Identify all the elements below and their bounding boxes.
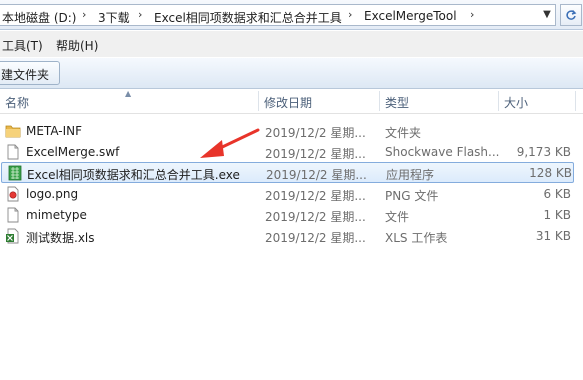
file-type: 文件夹 — [385, 126, 422, 140]
file-type: 应用程序 — [386, 168, 435, 182]
menu-help[interactable]: 帮助(H) — [56, 37, 98, 54]
breadcrumb-downloads[interactable]: 3下载 — [98, 9, 130, 26]
column-type[interactable]: 类型 — [380, 89, 498, 113]
refresh-icon — [566, 9, 577, 20]
new-folder-button[interactable]: 建文件夹 — [0, 61, 60, 85]
file-name: logo.png — [26, 187, 79, 201]
file-name: mimetype — [26, 208, 87, 222]
breadcrumb-separator[interactable]: › — [82, 8, 86, 21]
breadcrumb-drive[interactable]: 本地磁盘 (D:) — [2, 9, 76, 26]
folder-icon — [5, 125, 21, 138]
list-item[interactable]: logo.png 2019/12/2 星期... PNG 文件 6 KB — [0, 184, 583, 205]
list-item[interactable]: ExcelMerge.swf 2019/12/2 星期... Shockwave… — [0, 142, 583, 163]
xls-file-icon — [6, 228, 19, 244]
breadcrumb-tool-folder[interactable]: Excel相同项数据求和汇总合并工具 — [154, 9, 342, 26]
list-item[interactable]: mimetype 2019/12/2 星期... 文件 1 KB — [0, 205, 583, 226]
file-date: 2019/12/2 星期... — [265, 147, 366, 161]
file-type: 文件 — [385, 210, 410, 224]
file-date: 2019/12/2 星期... — [266, 168, 367, 182]
file-type: Shockwave Flash... — [385, 145, 500, 159]
list-item[interactable]: META-INF 2019/12/2 星期... 文件夹 — [0, 121, 583, 142]
chevron-down-icon[interactable]: ▼ — [540, 9, 554, 23]
file-size: 1 KB — [543, 208, 571, 222]
file-date: 2019/12/2 星期... — [265, 231, 366, 245]
breadcrumb-separator[interactable]: › — [138, 8, 142, 21]
file-size: 31 KB — [535, 229, 571, 243]
file-type: XLS 工作表 — [385, 231, 448, 245]
menu-tools[interactable]: 工具(T) — [2, 37, 43, 54]
address-box[interactable]: 本地磁盘 (D:) › 3下载 › Excel相同项数据求和汇总合并工具 › E… — [0, 4, 556, 26]
file-date: 2019/12/2 星期... — [265, 189, 366, 203]
file-date: 2019/12/2 星期... — [265, 126, 366, 140]
column-divider[interactable] — [575, 91, 576, 111]
swf-file-icon — [7, 144, 19, 160]
file-name: 测试数据.xls — [26, 231, 95, 245]
breadcrumb-separator[interactable]: › — [348, 8, 352, 21]
address-bar: 本地磁盘 (D:) › 3下载 › Excel相同项数据求和汇总合并工具 › E… — [0, 0, 583, 30]
file-type: PNG 文件 — [385, 189, 439, 203]
file-size: 128 KB — [529, 166, 572, 180]
file-size: 6 KB — [543, 187, 571, 201]
exe-file-icon — [8, 165, 22, 181]
breadcrumb-separator[interactable]: › — [470, 8, 474, 21]
png-file-icon — [7, 186, 19, 202]
file-name: META-INF — [26, 124, 83, 138]
column-date[interactable]: 修改日期 — [259, 89, 379, 113]
refresh-button[interactable] — [560, 4, 582, 26]
file-size: 9,173 KB — [516, 145, 571, 159]
file-name: Excel相同项数据求和汇总合并工具.exe — [27, 168, 240, 182]
list-item[interactable]: Excel相同项数据求和汇总合并工具.exe 2019/12/2 星期... 应… — [1, 162, 574, 183]
menu-bar: 工具(T) 帮助(H) — [0, 31, 583, 57]
toolbar: 建文件夹 — [0, 57, 583, 89]
column-header: 名称 ▲ 修改日期 类型 大小 — [0, 89, 583, 114]
file-name: ExcelMerge.swf — [26, 145, 120, 159]
sort-up-icon: ▲ — [125, 89, 132, 98]
file-date: 2019/12/2 星期... — [265, 210, 366, 224]
breadcrumb-current-folder[interactable]: ExcelMergeTool — [364, 9, 457, 23]
file-icon — [7, 207, 19, 223]
column-size[interactable]: 大小 — [499, 89, 575, 113]
list-item[interactable]: 测试数据.xls 2019/12/2 星期... XLS 工作表 31 KB — [0, 226, 583, 247]
